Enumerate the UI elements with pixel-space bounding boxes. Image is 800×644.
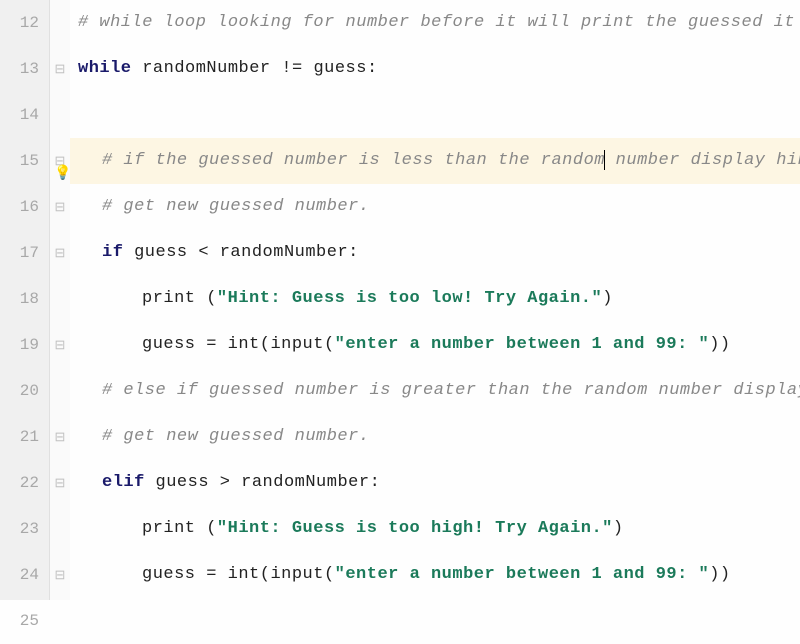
code-line[interactable]: elif guess > randomNumber: — [70, 460, 800, 506]
token-comment: # else if guessed number is greater than… — [102, 381, 800, 400]
token-builtin: print — [142, 289, 206, 308]
token-paren: ( — [206, 519, 217, 538]
line-number: 25 — [0, 598, 49, 644]
token-paren: ( — [260, 335, 271, 354]
token-string: "enter a number between 1 and 99: " — [335, 335, 710, 354]
fold-marker — [50, 276, 70, 322]
fold-marker[interactable]: ⊟ — [50, 230, 70, 276]
token-operator: != — [281, 59, 313, 78]
intention-bulb-icon[interactable]: 💡 — [54, 151, 68, 169]
token-comment: # get new guessed number. — [102, 427, 370, 446]
token-builtin: print — [142, 519, 206, 538]
token-string: "Hint: Guess is too high! Try Again." — [217, 519, 613, 538]
token-builtin: input — [270, 565, 324, 584]
token-builtin: int — [228, 565, 260, 584]
token-paren: )) — [709, 565, 730, 584]
token-comment: # get new guessed number. — [102, 197, 370, 216]
line-number-gutter: 1213141516171819202122232425 — [0, 0, 50, 600]
line-number: 22 — [0, 460, 49, 506]
code-line[interactable]: # else if guessed number is greater than… — [70, 368, 800, 414]
line-number: 24 — [0, 552, 49, 598]
token-operator: : — [367, 59, 378, 78]
code-line[interactable]: print ("Hint: Guess is too high! Try Aga… — [70, 506, 800, 552]
token-paren: ( — [324, 565, 335, 584]
code-line[interactable]: print ("Hint: Guess is too low! Try Agai… — [70, 276, 800, 322]
fold-marker[interactable]: ⊟ — [50, 46, 70, 92]
fold-marker — [50, 92, 70, 138]
code-line[interactable]: 💡# if the guessed number is less than th… — [70, 138, 800, 184]
code-line[interactable]: guess = int(input("enter a number betwee… — [70, 322, 800, 368]
line-number: 20 — [0, 368, 49, 414]
token-keyword: elif — [102, 473, 156, 492]
token-paren: ) — [613, 519, 624, 538]
token-identifier: guess — [142, 565, 206, 584]
code-line[interactable]: while randomNumber != guess: — [70, 46, 800, 92]
token-identifier: randomNumber — [220, 243, 348, 262]
token-string: "Hint: Guess is too low! Try Again." — [217, 289, 602, 308]
fold-marker — [50, 506, 70, 552]
token-keyword: while — [78, 59, 142, 78]
fold-marker — [50, 0, 70, 46]
code-line[interactable]: if guess < randomNumber: — [70, 230, 800, 276]
token-identifier: randomNumber — [142, 59, 281, 78]
line-number: 15 — [0, 138, 49, 184]
token-identifier: guess — [134, 243, 198, 262]
code-line[interactable]: guess = int(input("enter a number betwee… — [70, 552, 800, 598]
token-identifier: guess — [313, 59, 367, 78]
token-identifier: guess — [156, 473, 220, 492]
token-paren: ( — [324, 335, 335, 354]
line-number: 23 — [0, 506, 49, 552]
token-operator: = — [206, 335, 227, 354]
fold-marker[interactable]: ⊟ — [50, 322, 70, 368]
fold-marker[interactable]: ⊟ — [50, 460, 70, 506]
token-paren: ( — [206, 289, 217, 308]
token-string: "enter a number between 1 and 99: " — [335, 565, 710, 584]
token-builtin: input — [270, 335, 324, 354]
line-number: 18 — [0, 276, 49, 322]
token-operator: = — [206, 565, 227, 584]
code-line[interactable]: # get new guessed number. — [70, 414, 800, 460]
token-operator: < — [198, 243, 219, 262]
fold-marker — [50, 598, 70, 644]
token-operator: : — [370, 473, 381, 492]
token-operator: : — [348, 243, 359, 262]
token-paren: ( — [260, 565, 271, 584]
fold-marker[interactable]: ⊟ — [50, 552, 70, 598]
line-number: 14 — [0, 92, 49, 138]
token-builtin: int — [228, 335, 260, 354]
code-editor: 1213141516171819202122232425 ⊟⊟⊟⊟⊟⊟⊟⊟ # … — [0, 0, 800, 600]
line-number: 19 — [0, 322, 49, 368]
line-number: 13 — [0, 46, 49, 92]
fold-marker[interactable]: ⊟ — [50, 184, 70, 230]
code-line[interactable]: # get new guessed number. — [70, 184, 800, 230]
token-identifier: guess — [142, 335, 206, 354]
line-number: 21 — [0, 414, 49, 460]
token-comment: number display hint. — [605, 151, 800, 170]
line-number: 16 — [0, 184, 49, 230]
token-comment: # while loop looking for number before i… — [78, 13, 800, 32]
line-number: 17 — [0, 230, 49, 276]
code-line[interactable] — [70, 598, 800, 644]
code-line[interactable]: # while loop looking for number before i… — [70, 0, 800, 46]
fold-marker[interactable]: ⊟ — [50, 414, 70, 460]
fold-marker — [50, 368, 70, 414]
token-paren: )) — [709, 335, 730, 354]
fold-gutter: ⊟⊟⊟⊟⊟⊟⊟⊟ — [50, 0, 70, 600]
code-line[interactable] — [70, 92, 800, 138]
token-operator: > — [220, 473, 241, 492]
token-identifier: randomNumber — [241, 473, 369, 492]
code-area[interactable]: # while loop looking for number before i… — [70, 0, 800, 600]
token-keyword: if — [102, 243, 134, 262]
line-number: 12 — [0, 0, 49, 46]
token-comment: # if the guessed number is less than the… — [102, 151, 605, 170]
token-paren: ) — [602, 289, 613, 308]
